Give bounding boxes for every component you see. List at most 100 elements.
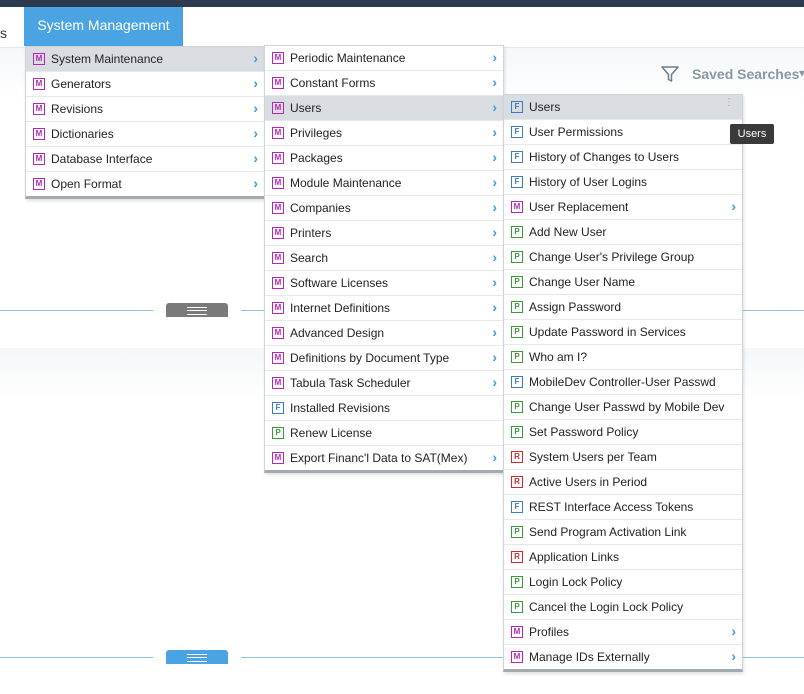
menu-item-revisions[interactable]: M Revisions › — [26, 97, 264, 122]
menu-users: F Users ⋮ F User Permissions F History of Chan… — [503, 94, 743, 672]
chevron-right-icon: › — [253, 75, 258, 91]
menu-item-users[interactable]: M Users › — [265, 96, 503, 121]
menu-item-label: User Replacement — [529, 200, 629, 214]
menu-item-change-user-s-privilege-group[interactable]: P Change User's Privilege Group — [504, 245, 742, 270]
menu-item-constant-forms[interactable]: M Constant Forms › — [265, 71, 503, 96]
filter-icon[interactable] — [660, 64, 680, 84]
menu-item-tabula-task-scheduler[interactable]: M Tabula Task Scheduler › — [265, 371, 503, 396]
menu-item-cancel-the-login-lock-policy[interactable]: P Cancel the Login Lock Policy — [504, 595, 742, 620]
menu-item-label: REST Interface Access Tokens — [529, 500, 694, 514]
splitter-handle[interactable] — [166, 303, 228, 317]
type-r-icon: R — [511, 551, 523, 563]
menu-item-manage-ids-externally[interactable]: M Manage IDs Externally › — [504, 645, 742, 669]
menu-item-companies[interactable]: M Companies › — [265, 196, 503, 221]
menu-item-login-lock-policy[interactable]: P Login Lock Policy — [504, 570, 742, 595]
menu-item-internet-definitions[interactable]: M Internet Definitions › — [265, 296, 503, 321]
menu-item-label: Change User's Privilege Group — [529, 250, 695, 264]
menu-item-add-new-user[interactable]: P Add New User — [504, 220, 742, 245]
menu-item-label: Who am I? — [529, 350, 588, 364]
menu-item-label: History of User Logins — [529, 175, 648, 189]
type-m-icon: M — [272, 127, 284, 139]
menu-item-users[interactable]: F Users ⋮ — [504, 95, 742, 120]
type-m-icon: M — [511, 651, 523, 663]
menu-item-generators[interactable]: M Generators › — [26, 72, 264, 97]
type-m-icon: M — [272, 277, 284, 289]
nav-tab-previous[interactable]: s — [0, 25, 7, 41]
menu-item-export-financ-l-data-to-sat-mex[interactable]: M Export Financ'l Data to SAT(Mex) › — [265, 446, 503, 470]
menu-item-set-password-policy[interactable]: P Set Password Policy — [504, 420, 742, 445]
menu-item-who-am-i[interactable]: P Who am I? — [504, 345, 742, 370]
menu-item-system-maintenance[interactable]: M System Maintenance › — [26, 47, 264, 72]
menu-item-label: Internet Definitions — [290, 301, 391, 315]
menu-item-label: Renew License — [290, 426, 373, 440]
menu-item-search[interactable]: M Search › — [265, 246, 503, 271]
menu-item-change-user-name[interactable]: P Change User Name — [504, 270, 742, 295]
type-f-icon: F — [272, 402, 284, 414]
chevron-right-icon: › — [731, 623, 736, 639]
menu-item-printers[interactable]: M Printers › — [265, 221, 503, 246]
menu-system-maintenance: M Periodic Maintenance › M Constant Forms › M U… — [264, 45, 504, 473]
chevron-right-icon: › — [492, 199, 497, 215]
menu-item-packages[interactable]: M Packages › — [265, 146, 503, 171]
menu-item-history-of-changes-to-users[interactable]: F History of Changes to Users — [504, 145, 742, 170]
menu-item-label: Active Users in Period — [529, 475, 648, 489]
menu-item-history-of-user-logins[interactable]: F History of User Logins — [504, 170, 742, 195]
menu-item-label: Search — [290, 251, 329, 265]
menu-item-periodic-maintenance[interactable]: M Periodic Maintenance › — [265, 46, 503, 71]
chevron-right-icon: › — [731, 198, 736, 214]
menu-item-definitions-by-document-type[interactable]: M Definitions by Document Type › — [265, 346, 503, 371]
chevron-down-icon[interactable]: ▾ — [799, 66, 804, 80]
menu-item-module-maintenance[interactable]: M Module Maintenance › — [265, 171, 503, 196]
menu-item-label: Generators — [51, 77, 112, 91]
type-m-icon: M — [272, 102, 284, 114]
type-p-icon: P — [511, 351, 523, 363]
nav-tab-system-management[interactable]: System Management — [24, 7, 183, 46]
chevron-right-icon: › — [253, 125, 258, 141]
menu-item-label: Open Format — [51, 177, 122, 191]
menu-item-system-users-per-team[interactable]: R System Users per Team — [504, 445, 742, 470]
menu-item-renew-license[interactable]: P Renew License — [265, 421, 503, 446]
menu-item-dictionaries[interactable]: M Dictionaries › — [26, 122, 264, 147]
chevron-right-icon: › — [731, 648, 736, 664]
menu-item-mobiledev-controller-user-passwd[interactable]: F MobileDev Controller-User Passwd — [504, 370, 742, 395]
menu-item-application-links[interactable]: R Application Links — [504, 545, 742, 570]
more-options-icon[interactable]: ⋮ — [724, 97, 734, 108]
type-m-icon: M — [272, 202, 284, 214]
menu-item-label: Dictionaries — [51, 127, 114, 141]
menu-item-rest-interface-access-tokens[interactable]: F REST Interface Access Tokens — [504, 495, 742, 520]
type-m-icon: M — [272, 227, 284, 239]
menu-item-label: Installed Revisions — [290, 401, 391, 415]
menu-item-label: Change User Passwd by Mobile Dev — [529, 400, 725, 414]
menu-item-assign-password[interactable]: P Assign Password — [504, 295, 742, 320]
menu-item-software-licenses[interactable]: M Software Licenses › — [265, 271, 503, 296]
menu-item-send-program-activation-link[interactable]: P Send Program Activation Link — [504, 520, 742, 545]
splitter-handle[interactable] — [166, 650, 228, 664]
chevron-right-icon: › — [492, 324, 497, 340]
menu-item-database-interface[interactable]: M Database Interface › — [26, 147, 264, 172]
menu-item-privileges[interactable]: M Privileges › — [265, 121, 503, 146]
menu-item-active-users-in-period[interactable]: R Active Users in Period — [504, 470, 742, 495]
type-p-icon: P — [511, 401, 523, 413]
menu-item-user-replacement[interactable]: M User Replacement › — [504, 195, 742, 220]
menu-item-advanced-design[interactable]: M Advanced Design › — [265, 321, 503, 346]
menu-item-label: Export Financ'l Data to SAT(Mex) — [290, 451, 468, 465]
chevron-right-icon: › — [492, 149, 497, 165]
menu-item-profiles[interactable]: M Profiles › — [504, 620, 742, 645]
type-m-icon: M — [272, 377, 284, 389]
menu-item-installed-revisions[interactable]: F Installed Revisions — [265, 396, 503, 421]
menu-system-management: M System Maintenance › M Generators › M Revisio… — [25, 46, 265, 199]
type-p-icon: P — [511, 426, 523, 438]
menu-item-update-password-in-services[interactable]: P Update Password in Services — [504, 320, 742, 345]
menu-item-change-user-passwd-by-mobile-dev[interactable]: P Change User Passwd by Mobile Dev — [504, 395, 742, 420]
type-p-icon: P — [511, 251, 523, 263]
menu-item-user-permissions[interactable]: F User Permissions — [504, 120, 742, 145]
menu-item-label: Login Lock Policy — [529, 575, 623, 589]
type-m-icon: M — [272, 327, 284, 339]
menu-item-label: Change User Name — [529, 275, 636, 289]
chevron-right-icon: › — [253, 150, 258, 166]
saved-searches-button[interactable]: Saved Searches — [692, 66, 799, 82]
tooltip: Users — [730, 124, 774, 144]
menu-item-open-format[interactable]: M Open Format › — [26, 172, 264, 196]
type-r-icon: R — [511, 451, 523, 463]
menu-item-label: Constant Forms — [290, 76, 376, 90]
